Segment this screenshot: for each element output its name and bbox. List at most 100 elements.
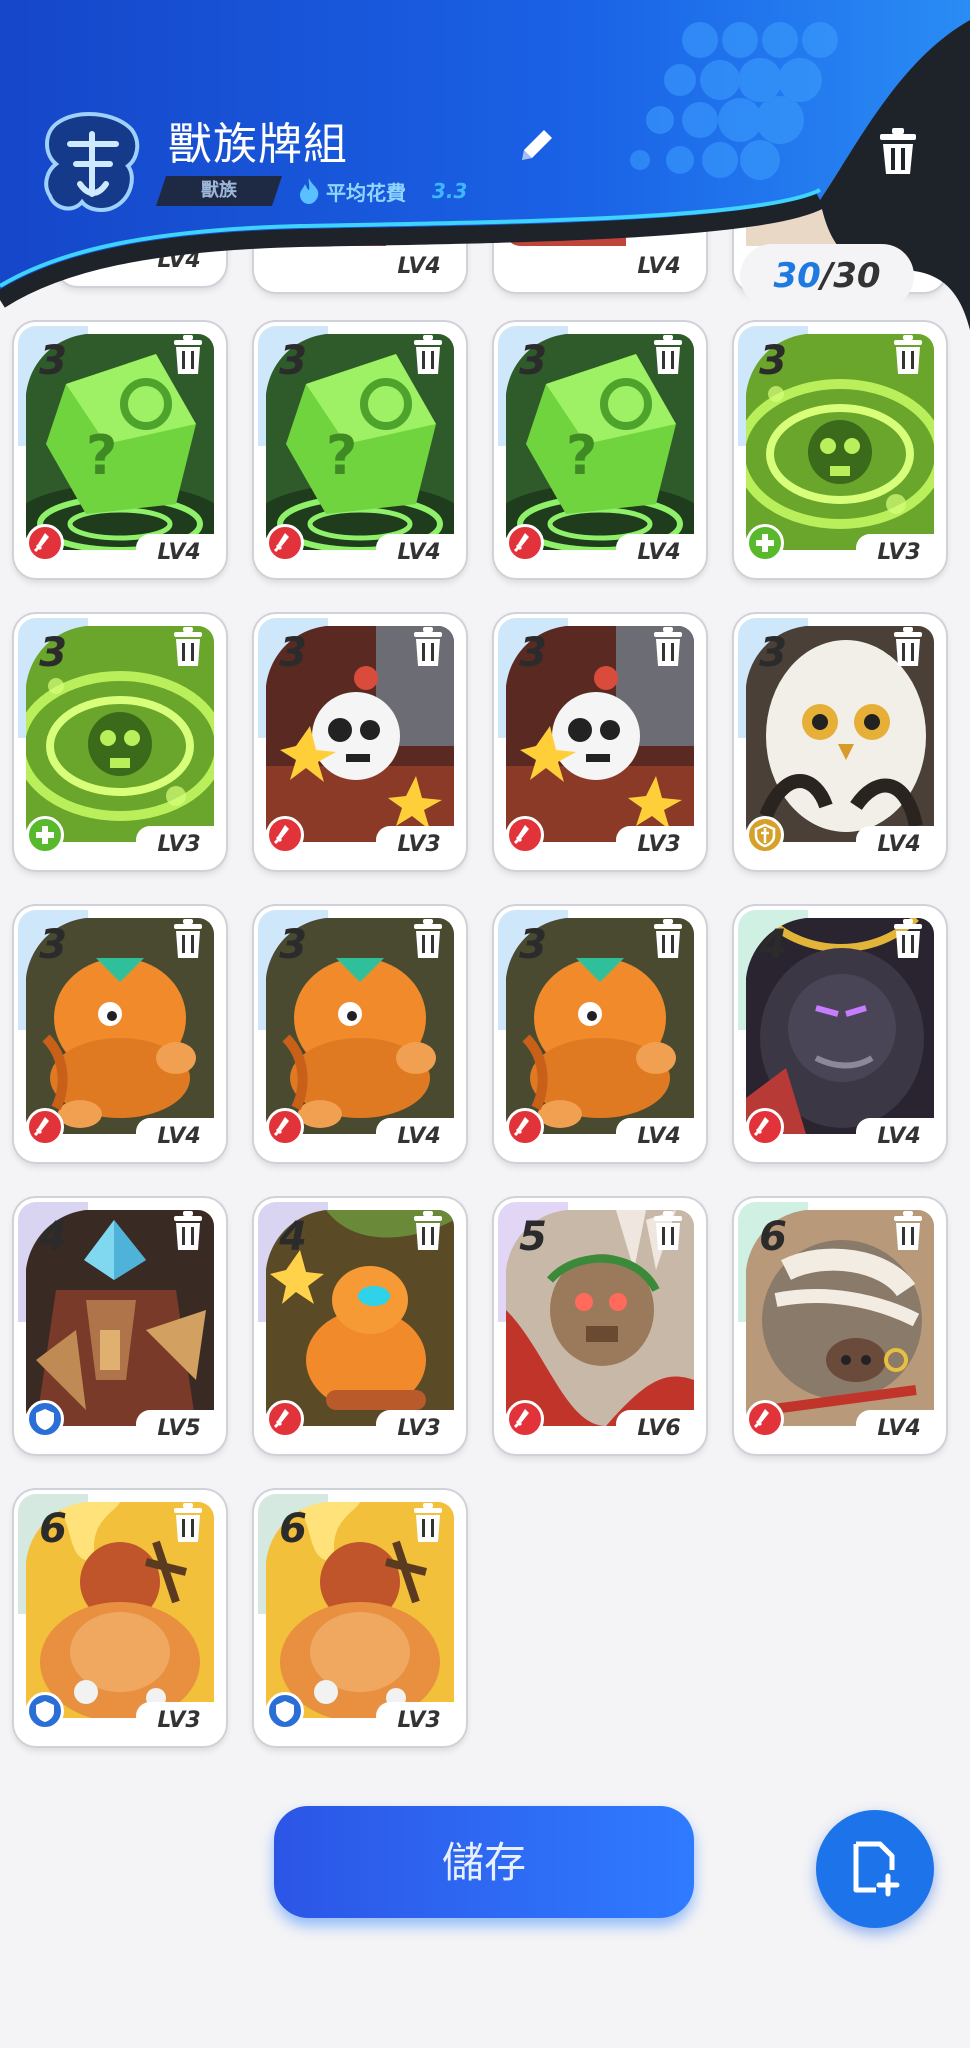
deck-card[interactable]: ? 3 LV4 bbox=[14, 322, 226, 578]
card-count-separator: / bbox=[820, 256, 834, 296]
flame-icon bbox=[300, 178, 319, 204]
trash-icon[interactable] bbox=[168, 1210, 208, 1254]
card-level: LV4 bbox=[616, 534, 702, 572]
card-level: LV3 bbox=[376, 1410, 462, 1448]
card-level: LV3 bbox=[376, 1702, 462, 1740]
sword-icon bbox=[26, 524, 64, 562]
deck-title: 獸族牌組 bbox=[168, 119, 348, 170]
trash-icon[interactable] bbox=[648, 626, 688, 670]
deck-card[interactable]: 3 LV3 bbox=[494, 614, 706, 870]
add-document-icon bbox=[853, 1841, 900, 1897]
tribe-label: 獸族 bbox=[201, 180, 237, 201]
sword-icon bbox=[746, 1108, 784, 1146]
card-level: LV3 bbox=[616, 826, 702, 864]
trash-icon[interactable] bbox=[168, 1502, 208, 1546]
trash-icon[interactable] bbox=[168, 334, 208, 378]
shield-icon bbox=[26, 1692, 64, 1730]
deck-card[interactable]: 3 LV4 bbox=[734, 614, 946, 870]
sword-shield-icon bbox=[746, 816, 784, 854]
deck-card[interactable]: 4 LV3 bbox=[254, 1198, 466, 1454]
card-cost: 3 bbox=[279, 922, 307, 968]
card-cost: 3 bbox=[759, 338, 787, 384]
trash-icon[interactable] bbox=[648, 1210, 688, 1254]
trash-icon[interactable] bbox=[870, 124, 926, 180]
card-cost: 3 bbox=[279, 338, 307, 384]
trash-icon[interactable] bbox=[888, 626, 928, 670]
deck-card[interactable]: 4 LV5 bbox=[14, 1198, 226, 1454]
svg-text:?: ? bbox=[326, 424, 357, 487]
deck-card[interactable]: 3 LV3 bbox=[734, 322, 946, 578]
sword-icon bbox=[266, 816, 304, 854]
avg-cost-label: 平均花費 bbox=[326, 180, 406, 205]
trash-icon[interactable] bbox=[408, 1502, 448, 1546]
shield-icon bbox=[266, 1692, 304, 1730]
trash-icon[interactable] bbox=[408, 918, 448, 962]
deck-card[interactable]: ? 3 LV4 bbox=[254, 322, 466, 578]
trash-icon[interactable] bbox=[888, 918, 928, 962]
card-cost: 4 bbox=[39, 1214, 67, 1260]
save-button[interactable]: 儲存 bbox=[274, 1806, 694, 1918]
card-count-max: 30 bbox=[833, 256, 881, 296]
sword-icon bbox=[266, 1400, 304, 1438]
card-cost: 3 bbox=[519, 922, 547, 968]
deck-card[interactable]: 3 LV3 bbox=[14, 614, 226, 870]
card-count: 30/30 bbox=[740, 244, 914, 308]
deck-card[interactable]: 6 LV3 bbox=[14, 1490, 226, 1746]
card-cost: 4 bbox=[759, 922, 787, 968]
card-level: LV3 bbox=[376, 826, 462, 864]
sword-icon bbox=[506, 816, 544, 854]
tribe-badge: 獸族 bbox=[156, 176, 282, 206]
card-count-current: 30 bbox=[773, 256, 821, 296]
card-level: LV4 bbox=[856, 1118, 942, 1156]
tribe-emblem-icon bbox=[36, 104, 146, 222]
deck-card[interactable]: 6 LV4 bbox=[734, 1198, 946, 1454]
card-cost: 3 bbox=[519, 338, 547, 384]
deck-card[interactable]: 3 LV4 bbox=[494, 906, 706, 1162]
card-level: LV4 bbox=[136, 1118, 222, 1156]
card-cost: 3 bbox=[39, 922, 67, 968]
new-deck-button[interactable] bbox=[816, 1810, 934, 1928]
plus-icon bbox=[26, 816, 64, 854]
sword-icon bbox=[506, 1108, 544, 1146]
card-level: LV4 bbox=[136, 534, 222, 572]
trash-icon[interactable] bbox=[168, 918, 208, 962]
deck-card[interactable]: 6 LV3 bbox=[254, 1490, 466, 1746]
card-level: LV4 bbox=[376, 1118, 462, 1156]
svg-text:?: ? bbox=[566, 424, 597, 487]
trash-icon[interactable] bbox=[408, 1210, 448, 1254]
plus-icon bbox=[746, 524, 784, 562]
card-level: LV5 bbox=[136, 1410, 222, 1448]
trash-icon[interactable] bbox=[648, 918, 688, 962]
trash-icon[interactable] bbox=[408, 626, 448, 670]
trash-icon[interactable] bbox=[888, 334, 928, 378]
svg-text:?: ? bbox=[86, 424, 117, 487]
trash-icon[interactable] bbox=[648, 334, 688, 378]
sword-icon bbox=[506, 1400, 544, 1438]
card-level: LV3 bbox=[856, 534, 942, 572]
deck-card[interactable]: ? 3 LV4 bbox=[494, 322, 706, 578]
card-cost: 3 bbox=[519, 630, 547, 676]
sword-icon bbox=[266, 1108, 304, 1146]
card-cost: 6 bbox=[759, 1214, 787, 1260]
card-cost: 3 bbox=[39, 630, 67, 676]
trash-icon[interactable] bbox=[168, 626, 208, 670]
deck-card[interactable]: 4 LV4 bbox=[734, 906, 946, 1162]
sword-icon bbox=[506, 524, 544, 562]
deck-card[interactable]: 3 LV4 bbox=[14, 906, 226, 1162]
deck-card[interactable]: 5 LV6 bbox=[494, 1198, 706, 1454]
card-level: LV4 bbox=[856, 826, 942, 864]
card-cost: 6 bbox=[279, 1506, 307, 1552]
sword-icon bbox=[266, 524, 304, 562]
card-level: LV4 bbox=[616, 1118, 702, 1156]
sword-icon bbox=[26, 1108, 64, 1146]
card-level: LV4 bbox=[376, 534, 462, 572]
card-cost: 3 bbox=[279, 630, 307, 676]
deck-card[interactable]: 3 LV3 bbox=[254, 614, 466, 870]
deck-card[interactable]: 3 LV4 bbox=[254, 906, 466, 1162]
card-cost: 3 bbox=[759, 630, 787, 676]
pencil-icon[interactable] bbox=[514, 124, 558, 168]
shield-icon bbox=[26, 1400, 64, 1438]
card-level: LV3 bbox=[136, 1702, 222, 1740]
trash-icon[interactable] bbox=[408, 334, 448, 378]
trash-icon[interactable] bbox=[888, 1210, 928, 1254]
